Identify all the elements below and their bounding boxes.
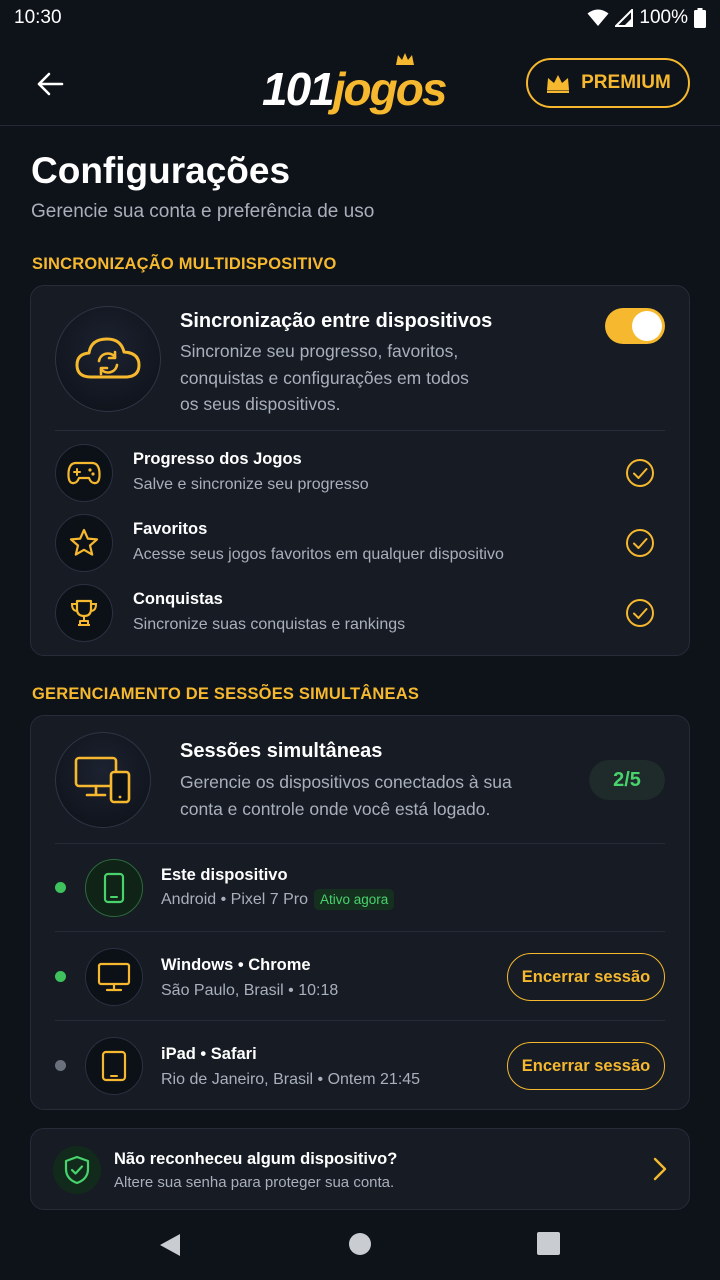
sessions-section-label: GERENCIAMENTO DE SESSÕES SIMULTÂNEAS (32, 685, 420, 703)
check-circle-icon (626, 599, 654, 627)
star-icon-wrap (55, 514, 113, 572)
gamepad-icon-wrap (55, 444, 113, 502)
divider (55, 430, 665, 431)
security-warning-desc: Altere sua senha para proteger sua conta… (114, 1174, 395, 1191)
divider (55, 843, 665, 844)
nav-back-icon[interactable] (158, 1232, 182, 1258)
tablet-icon (101, 1050, 127, 1082)
logo-crown-icon (395, 53, 414, 65)
logo-number: 101 (262, 63, 335, 115)
device-meta: Rio de Janeiro, Brasil • Ontem 21:45 (161, 1071, 421, 1088)
sync-toggle[interactable] (605, 308, 665, 344)
device-name: Este dispositivo (161, 866, 288, 884)
end-session-button[interactable]: Encerrar sessão (507, 1042, 665, 1090)
status-time: 10:30 (14, 7, 62, 28)
cell-signal-icon (615, 9, 634, 27)
phone-icon-wrap (85, 859, 143, 917)
shield-icon-wrap (53, 1146, 101, 1194)
toggle-knob (632, 311, 662, 341)
check-circle-icon (626, 459, 654, 487)
devices-icon (74, 756, 131, 804)
app-header: 101 jogos PREMIUM (0, 36, 720, 126)
security-warning-title: Não reconheceu algum dispositivo? (114, 1150, 398, 1168)
device-name: iPad • Safari (161, 1045, 257, 1063)
premium-button[interactable]: PREMIUM (526, 58, 690, 108)
sessions-card: Sessões simultâneas Gerencie os disposit… (30, 715, 690, 1110)
system-nav-bar (0, 1210, 720, 1280)
app-logo: 101 jogos (262, 53, 447, 115)
battery-icon (694, 8, 706, 28)
sync-description: Sincronize seu progresso, favoritos, con… (180, 341, 469, 414)
page-title: Configurações (31, 150, 291, 191)
star-icon (69, 528, 99, 556)
feature-title: Conquistas (133, 590, 223, 608)
feature-title: Favoritos (133, 520, 208, 538)
gamepad-icon (67, 461, 101, 485)
device-meta: São Paulo, Brasil • 10:18 (161, 982, 339, 999)
sessions-title: Sessões simultâneas (180, 740, 383, 762)
sessions-description: Gerencie os dispositivos conectados à su… (180, 772, 512, 819)
battery-percent: 100% (639, 7, 688, 28)
devices-icon-wrap (55, 732, 151, 828)
cloud-sync-icon (75, 337, 141, 379)
feature-desc: Sincronize suas conquistas e rankings (133, 616, 406, 633)
end-session-button[interactable]: Encerrar sessão (507, 953, 665, 1001)
page-subtitle: Gerencie sua conta e preferência de uso (31, 201, 375, 222)
session-count-badge: 2/5 (589, 760, 665, 800)
device-meta: Android • Pixel 7 Pro Ativo agora (161, 889, 395, 910)
chevron-right-icon (653, 1157, 667, 1181)
status-icons: 100% (587, 7, 706, 29)
premium-label: PREMIUM (581, 72, 671, 93)
phone-icon (103, 872, 125, 904)
back-button[interactable] (30, 64, 70, 104)
feature-title: Progresso dos Jogos (133, 450, 302, 468)
security-warning-card[interactable]: Não reconheceu algum dispositivo? Altere… (30, 1128, 690, 1210)
active-now-badge: Ativo agora (314, 889, 395, 910)
nav-recents-icon[interactable] (537, 1232, 560, 1255)
status-dot-offline (55, 1060, 66, 1071)
device-name: Windows • Chrome (161, 956, 311, 974)
sync-card: Sincronização entre dispositivos Sincron… (30, 285, 690, 656)
monitor-icon (97, 962, 131, 992)
monitor-icon-wrap (85, 948, 143, 1006)
status-dot-online (55, 882, 66, 893)
divider (55, 931, 665, 932)
arrow-left-icon (37, 72, 64, 96)
status-dot-online (55, 971, 66, 982)
sync-title: Sincronização entre dispositivos (180, 310, 493, 332)
crown-icon (547, 75, 570, 93)
nav-home-icon[interactable] (348, 1232, 372, 1256)
wifi-icon (587, 9, 609, 26)
logo-word: jogos (333, 53, 447, 112)
status-bar: 10:30 100% (0, 0, 720, 36)
shield-check-icon (64, 1155, 90, 1185)
feature-desc: Acesse seus jogos favoritos em qualquer … (133, 546, 504, 563)
check-circle-icon (626, 529, 654, 557)
sync-section-label: SINCRONIZAÇÃO MULTIDISPOSITIVO (32, 255, 337, 273)
trophy-icon (70, 599, 98, 626)
feature-desc: Salve e sincronize seu progresso (133, 476, 369, 493)
sync-icon-wrap (55, 306, 161, 412)
trophy-icon-wrap (55, 584, 113, 642)
divider (55, 1020, 665, 1021)
tablet-icon-wrap (85, 1037, 143, 1095)
